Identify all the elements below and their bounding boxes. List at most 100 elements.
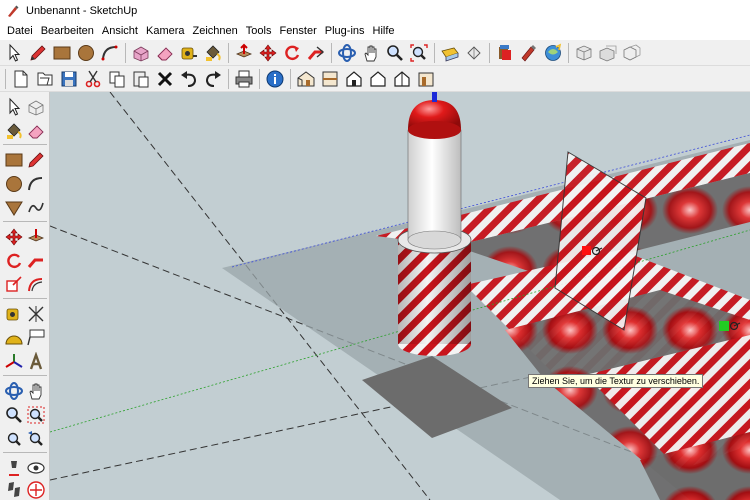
model-info-icon[interactable] <box>263 67 287 91</box>
text-icon[interactable] <box>24 326 48 350</box>
back-view-icon[interactable] <box>390 67 414 91</box>
model-scene[interactable] <box>50 92 750 500</box>
layout-icon[interactable] <box>493 41 517 65</box>
axes-icon[interactable] <box>2 350 26 374</box>
3d-text-icon[interactable] <box>24 350 48 374</box>
pencil-icon[interactable] <box>26 41 50 65</box>
menu-plugins[interactable]: Plug-ins <box>321 22 369 40</box>
toolbar-separator <box>3 375 47 376</box>
zoom-extents-icon[interactable] <box>2 427 26 451</box>
copy-icon[interactable] <box>105 67 129 91</box>
drawing-area-viewport[interactable]: Ziehen Sie, um die Textur zu verschieben… <box>50 92 750 500</box>
paint-bucket-icon[interactable] <box>201 41 225 65</box>
menu-tools[interactable]: Tools <box>242 22 276 40</box>
white-cylinder <box>407 129 462 250</box>
rectangle-icon[interactable] <box>2 148 26 172</box>
orbit-icon[interactable] <box>2 379 26 403</box>
toolbar-separator <box>259 68 260 89</box>
follow-me-icon[interactable] <box>24 249 48 273</box>
cut-icon[interactable] <box>81 67 105 91</box>
follow-me-icon[interactable] <box>304 41 328 65</box>
eraser-icon[interactable] <box>24 119 48 143</box>
move-icon[interactable] <box>2 225 26 249</box>
print-icon[interactable] <box>232 67 256 91</box>
title-bar: Unbenannt - SketchUp <box>0 0 750 22</box>
toolbar-grip <box>5 68 6 89</box>
protractor-icon[interactable] <box>2 326 26 350</box>
tape-measure-icon[interactable] <box>2 302 26 326</box>
rectangle-icon[interactable] <box>50 41 74 65</box>
move-icon[interactable] <box>256 41 280 65</box>
sketchup-app-icon <box>8 5 19 17</box>
offset-icon[interactable] <box>24 273 48 297</box>
zoom-window-icon[interactable] <box>24 403 48 427</box>
iso-view-icon[interactable] <box>294 67 318 91</box>
menu-datei[interactable]: Datei <box>3 22 37 40</box>
extension-warehouse-icon[interactable] <box>462 41 486 65</box>
pan-icon[interactable] <box>359 41 383 65</box>
paint-bucket-icon[interactable] <box>2 119 26 143</box>
pencil-icon[interactable] <box>24 148 48 172</box>
component-browser-icon[interactable] <box>620 41 644 65</box>
select-icon[interactable] <box>2 41 26 65</box>
delete-icon[interactable] <box>153 67 177 91</box>
save-icon[interactable] <box>57 67 81 91</box>
eraser-icon[interactable] <box>153 41 177 65</box>
next-view-icon[interactable] <box>572 41 596 65</box>
menu-zeichnen[interactable]: Zeichnen <box>189 22 242 40</box>
push-pull-icon[interactable] <box>24 225 48 249</box>
previous-view-icon[interactable] <box>541 41 565 65</box>
arc-icon[interactable] <box>24 172 48 196</box>
toolbar-separator <box>434 42 435 63</box>
toolbar-separator <box>125 42 126 63</box>
menu-ansicht[interactable]: Ansicht <box>98 22 142 40</box>
section-plane-icon[interactable] <box>24 478 48 500</box>
3d-warehouse-icon[interactable] <box>438 41 462 65</box>
orbit-icon[interactable] <box>335 41 359 65</box>
toolbar-separator <box>489 42 490 63</box>
front-view-icon[interactable] <box>342 67 366 91</box>
tape-measure-icon[interactable] <box>177 41 201 65</box>
make-component-icon[interactable] <box>129 41 153 65</box>
main-toolbar <box>0 40 750 66</box>
freehand-icon[interactable] <box>24 196 48 220</box>
pan-icon[interactable] <box>24 379 48 403</box>
zoom-icon[interactable] <box>383 41 407 65</box>
left-view-icon[interactable] <box>414 67 438 91</box>
rotate-icon[interactable] <box>2 249 26 273</box>
scene-icon[interactable] <box>596 41 620 65</box>
make-component-icon[interactable] <box>24 95 48 119</box>
paste-icon[interactable] <box>129 67 153 91</box>
walk-icon[interactable] <box>2 478 26 500</box>
open-file-icon[interactable] <box>33 67 57 91</box>
circle-icon[interactable] <box>2 172 26 196</box>
polygon-icon[interactable] <box>2 196 26 220</box>
menu-hilfe[interactable]: Hilfe <box>369 22 399 40</box>
toolbar-separator <box>228 42 229 63</box>
menu-bearbeiten[interactable]: Bearbeiten <box>37 22 98 40</box>
undo-icon[interactable] <box>177 67 201 91</box>
sketchup-logo-icon[interactable] <box>517 41 541 65</box>
zoom-extents-icon[interactable] <box>407 41 431 65</box>
position-camera-icon[interactable] <box>2 456 26 480</box>
select-icon[interactable] <box>2 95 26 119</box>
left-toolbar <box>0 92 50 500</box>
previous-icon[interactable] <box>24 427 48 451</box>
right-view-icon[interactable] <box>366 67 390 91</box>
arc-icon[interactable] <box>98 41 122 65</box>
menu-kamera[interactable]: Kamera <box>142 22 189 40</box>
circle-icon[interactable] <box>74 41 98 65</box>
toolbar-separator <box>568 42 569 63</box>
scale-icon[interactable] <box>2 273 26 297</box>
rotate-icon[interactable] <box>280 41 304 65</box>
dimension-icon[interactable] <box>24 302 48 326</box>
top-view-icon[interactable] <box>318 67 342 91</box>
zoom-icon[interactable] <box>2 403 26 427</box>
window-title: Unbenannt - SketchUp <box>26 5 138 17</box>
look-around-icon[interactable] <box>24 456 48 480</box>
menu-fenster[interactable]: Fenster <box>275 22 320 40</box>
push-pull-icon[interactable] <box>232 41 256 65</box>
new-file-icon[interactable] <box>9 67 33 91</box>
toolbar-separator <box>3 221 47 222</box>
redo-icon[interactable] <box>201 67 225 91</box>
